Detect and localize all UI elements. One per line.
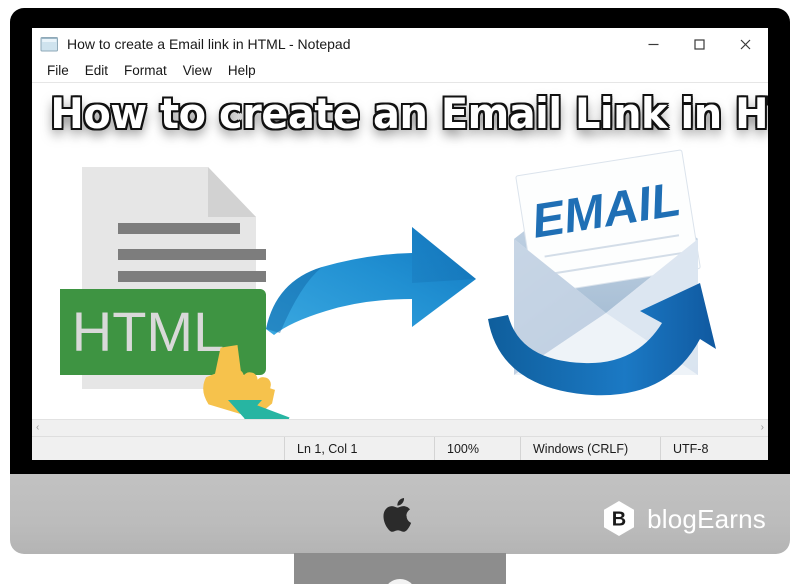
horizontal-scrollbar[interactable]: ‹ ›	[32, 419, 768, 436]
menu-item-format[interactable]: Format	[116, 64, 175, 78]
curved-right-arrow-icon	[266, 227, 476, 335]
blogearns-hex-mark-icon: B	[604, 501, 635, 536]
status-cursor-position: Ln 1, Col 1	[284, 437, 434, 460]
minimize-button[interactable]	[630, 28, 676, 60]
brand-logo: B blogEarns	[602, 500, 766, 537]
status-bar: Ln 1, Col 1 100% Windows (CRLF) UTF-8	[32, 436, 768, 460]
brand-mark-letter: B	[612, 509, 626, 531]
window-titlebar[interactable]: How to create a Email link in HTML - Not…	[32, 28, 768, 60]
close-icon	[740, 39, 750, 49]
document-line	[118, 249, 266, 260]
notepad-icon	[40, 37, 58, 52]
status-bar-spacer	[32, 437, 284, 460]
document-fold-icon	[208, 167, 256, 217]
open-envelope-graphic: EMAIL	[488, 149, 716, 396]
close-button[interactable]	[722, 28, 768, 60]
scroll-position-marker	[228, 400, 262, 419]
window-title: How to create a Email link in HTML - Not…	[67, 36, 351, 52]
status-encoding: UTF-8	[660, 437, 768, 460]
notepad-window: How to create a Email link in HTML - Not…	[32, 28, 768, 460]
monitor-bezel: How to create a Email link in HTML - Not…	[10, 8, 790, 476]
menu-bar: File Edit Format View Help	[32, 60, 768, 83]
notepad-text-area[interactable]: How to create an Email Link in HTML HTML	[32, 83, 768, 419]
imac-chin: B blogEarns	[10, 474, 790, 554]
status-zoom-level[interactable]: 100%	[434, 437, 520, 460]
page-title: How to create an Email Link in HTML	[50, 89, 768, 138]
minimize-icon	[648, 43, 658, 45]
menu-item-file[interactable]: File	[39, 64, 77, 78]
document-line	[118, 271, 266, 282]
screenshot-root: How to create a Email link in HTML - Not…	[0, 0, 800, 584]
apple-logo-icon	[383, 498, 412, 532]
maximize-icon	[693, 38, 705, 50]
menu-item-view[interactable]: View	[175, 64, 220, 78]
maximize-button[interactable]	[676, 28, 722, 60]
status-line-ending: Windows (CRLF)	[520, 437, 660, 460]
menu-item-edit[interactable]: Edit	[77, 64, 116, 78]
scroll-right-arrow-icon[interactable]: ›	[761, 423, 764, 433]
window-controls	[630, 28, 768, 60]
scroll-left-arrow-icon[interactable]: ‹	[36, 423, 39, 433]
menu-item-help[interactable]: Help	[220, 64, 264, 78]
imac-device: How to create a Email link in HTML - Not…	[10, 8, 790, 584]
brand-name: blogEarns	[647, 503, 766, 534]
document-line	[118, 223, 240, 234]
